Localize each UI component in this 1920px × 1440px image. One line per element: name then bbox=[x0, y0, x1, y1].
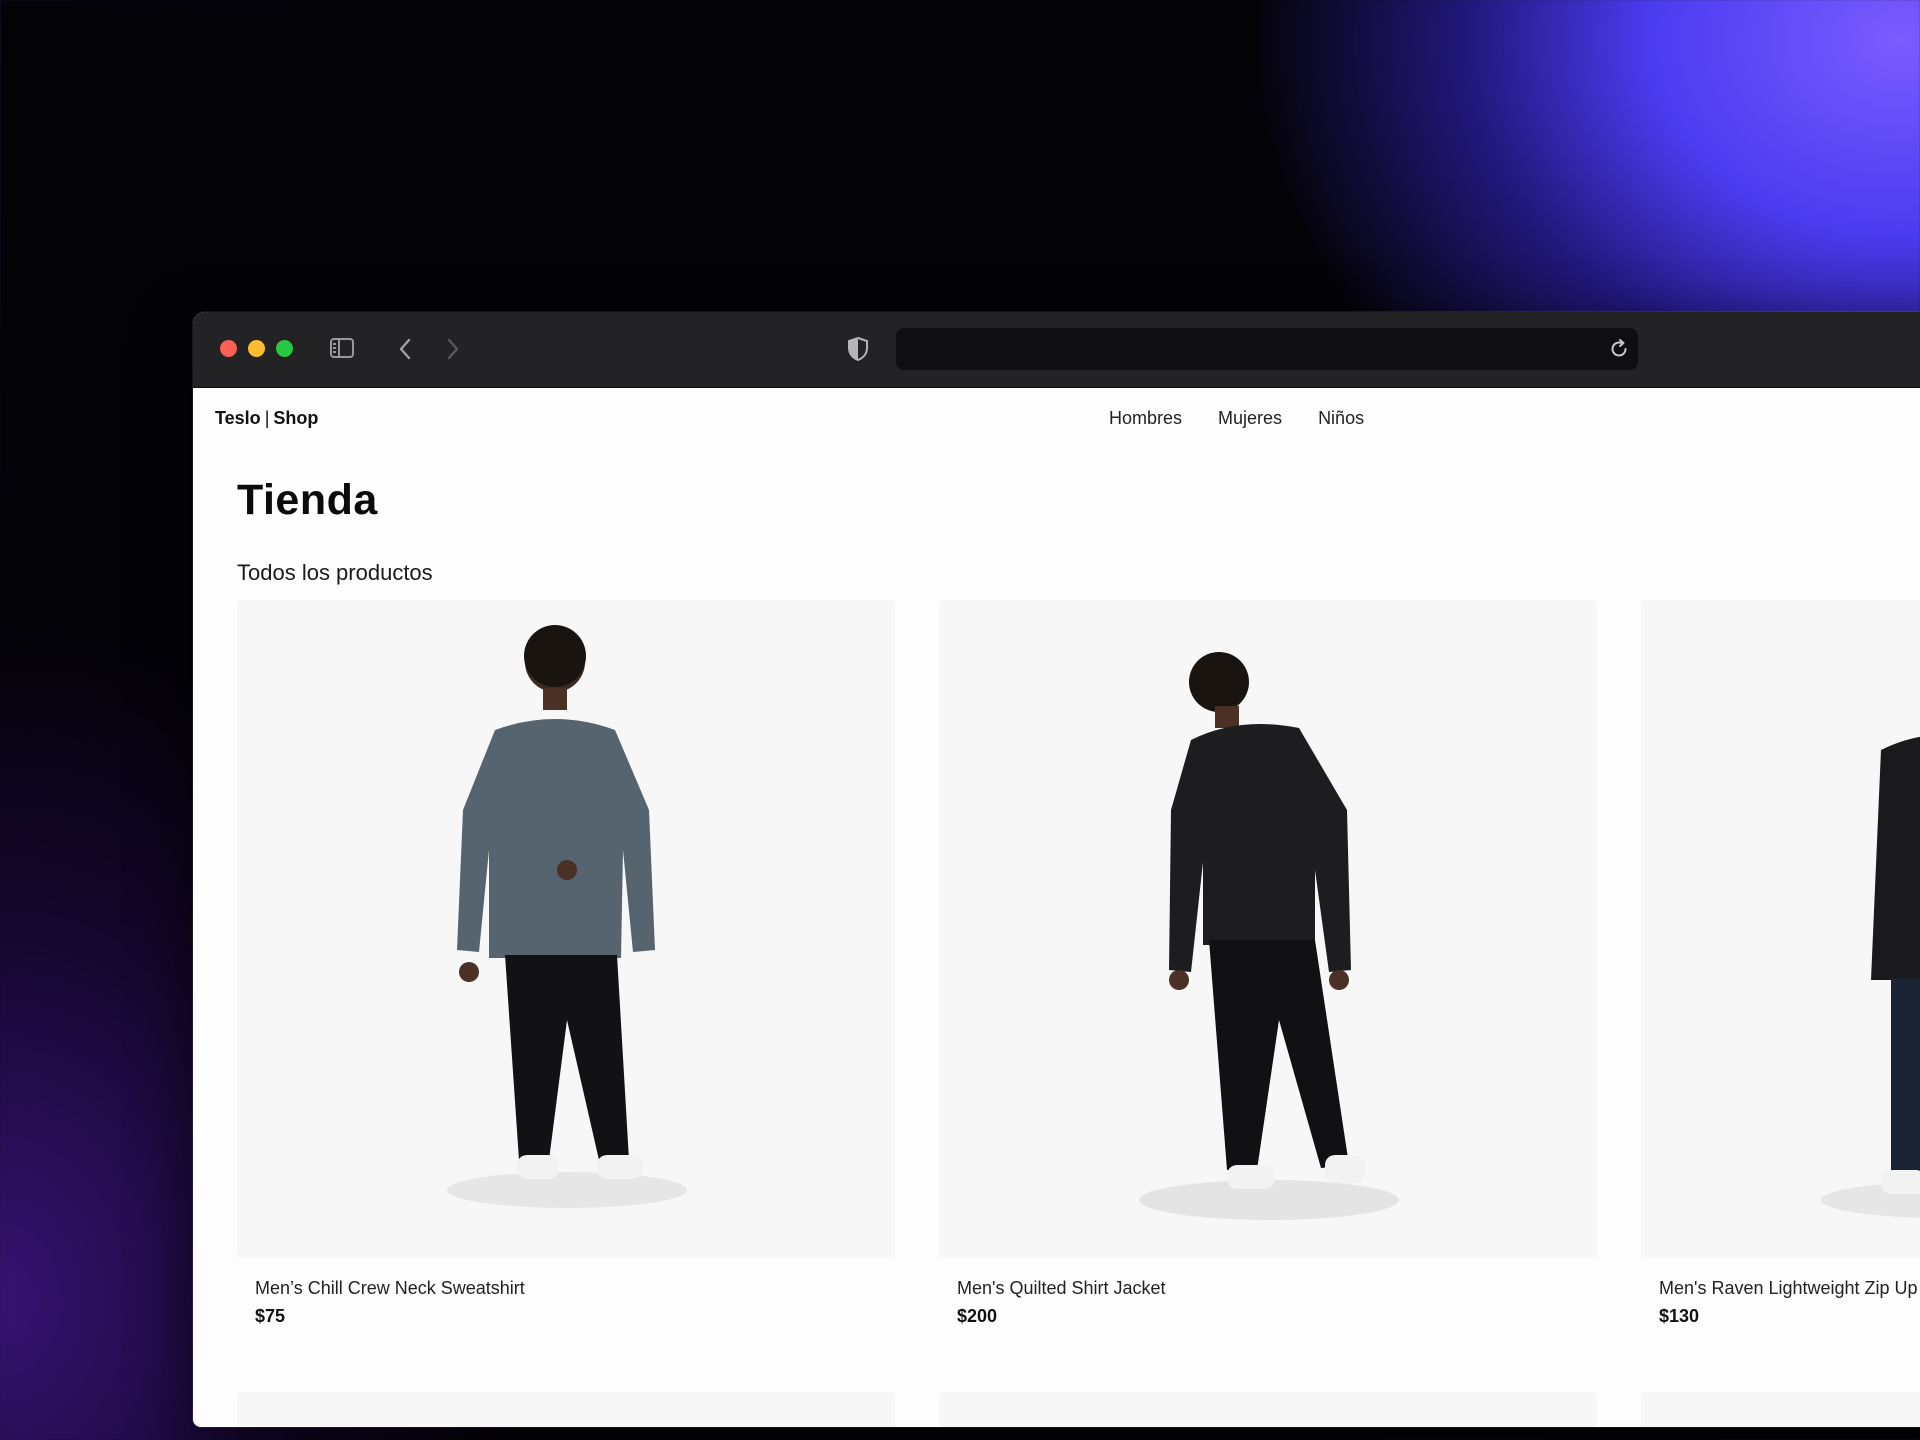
category-nav: Hombres Mujeres Niños bbox=[1109, 408, 1364, 429]
browser-toolbar bbox=[193, 312, 1920, 388]
product-image[interactable] bbox=[939, 1392, 1597, 1427]
page-content: Teslo | Shop Hombres Mujeres Niños Tienda … bbox=[193, 388, 1920, 1427]
product-card[interactable] bbox=[939, 1392, 1597, 1427]
address-bar[interactable] bbox=[896, 328, 1638, 370]
product-image[interactable] bbox=[237, 1392, 895, 1427]
product-model-figure bbox=[1821, 736, 1920, 1218]
product-name[interactable]: Men's Quilted Shirt Jacket bbox=[957, 1278, 1166, 1299]
minimize-window-button[interactable] bbox=[248, 340, 265, 357]
product-card[interactable] bbox=[237, 1392, 895, 1427]
brand-logo[interactable]: Teslo | Shop bbox=[215, 408, 318, 429]
browser-window: Teslo | Shop Hombres Mujeres Niños Tienda … bbox=[193, 312, 1920, 1427]
nav-link-mujeres[interactable]: Mujeres bbox=[1218, 408, 1282, 429]
back-arrow-icon[interactable] bbox=[393, 336, 419, 362]
product-price: $130 bbox=[1659, 1306, 1700, 1326]
product-model-figure bbox=[447, 625, 687, 1208]
product-model-figure bbox=[1139, 652, 1399, 1220]
sidebar-toggle-icon[interactable] bbox=[330, 338, 354, 358]
privacy-shield-icon[interactable] bbox=[846, 336, 870, 362]
nav-link-hombres[interactable]: Hombres bbox=[1109, 408, 1182, 429]
product-image[interactable] bbox=[237, 600, 895, 1258]
product-image[interactable] bbox=[1641, 1392, 1920, 1427]
product-name[interactable]: Men's Raven Lightweight Zip Up Bomber Ja… bbox=[1659, 1278, 1920, 1299]
product-card[interactable]: Men's Quilted Shirt Jacket $200 bbox=[939, 600, 1597, 1326]
product-price: $75 bbox=[255, 1306, 286, 1326]
product-image[interactable] bbox=[1641, 600, 1920, 1258]
brand-separator: | bbox=[264, 408, 270, 428]
section-subtitle: Todos los productos bbox=[237, 560, 433, 585]
product-image[interactable] bbox=[939, 600, 1597, 1258]
product-card[interactable] bbox=[1641, 1392, 1920, 1427]
product-name[interactable]: Men’s Chill Crew Neck Sweatshirt bbox=[255, 1278, 525, 1299]
product-card[interactable]: Men's Raven Lightweight Zip Up Bomber Ja… bbox=[1641, 600, 1920, 1326]
product-card[interactable]: Men’s Chill Crew Neck Sweatshirt $75 bbox=[237, 600, 895, 1326]
close-window-button[interactable] bbox=[220, 340, 237, 357]
zoom-window-button[interactable] bbox=[276, 340, 293, 357]
reload-icon[interactable] bbox=[1608, 338, 1630, 360]
page-title: Tienda bbox=[237, 476, 378, 524]
brand-secondary: Shop bbox=[273, 408, 319, 428]
brand-primary: Teslo bbox=[215, 408, 261, 428]
product-price: $200 bbox=[957, 1306, 998, 1326]
forward-arrow-icon[interactable] bbox=[439, 336, 465, 362]
nav-link-ninos[interactable]: Niños bbox=[1318, 408, 1364, 429]
